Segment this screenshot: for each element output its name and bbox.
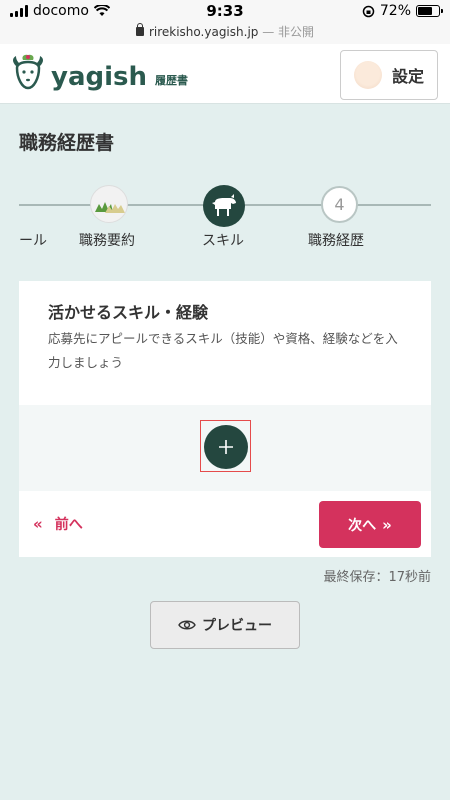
next-button[interactable]: 次へ » [319, 501, 421, 548]
rotation-lock-icon [362, 5, 375, 17]
double-chevron-right-icon: » [382, 515, 392, 534]
page-title: 職務経歴書 [19, 132, 115, 154]
site-header: yagish 履歴書 設定 [0, 44, 450, 104]
add-item-area [19, 405, 431, 491]
preview-button[interactable]: プレビュー [150, 601, 300, 649]
step-label-skill[interactable]: スキル [202, 230, 244, 250]
battery-percent: 72% [379, 3, 411, 19]
settings-label: 設定 [391, 67, 424, 86]
next-label: 次へ [348, 517, 377, 534]
battery-icon [416, 5, 443, 17]
grass-icon [95, 202, 125, 213]
goat-logo-icon [13, 54, 43, 90]
eye-icon [178, 620, 196, 630]
last-saved-status: 最終保存：17秒前 [323, 570, 431, 585]
avatar [353, 61, 382, 89]
url-text: rirekisho.yagish.jp [148, 25, 259, 39]
progress-stepper: ール 職務要約 スキル 4 職務経歴 [0, 180, 450, 260]
url-suffix: — 非公開 [262, 25, 315, 39]
settings-button[interactable]: 設定 [340, 50, 438, 100]
step-circle-skill[interactable] [203, 185, 245, 227]
card-footer: « 前へ 次へ » [19, 491, 431, 557]
skills-card: 活かせるスキル・経験 応募先にアピールできるスキル（技能）や資格、経験などを入力… [19, 281, 431, 557]
prev-label: 前へ [54, 517, 83, 533]
step-label-summary[interactable]: 職務要約 [79, 230, 135, 250]
step-circle-career[interactable]: 4 [321, 186, 358, 223]
step-circle-summary[interactable] [90, 185, 128, 223]
prev-button[interactable]: « 前へ [33, 514, 83, 534]
status-right: 72% [362, 3, 443, 19]
logo-subtitle: 履歴書 [155, 74, 189, 87]
card-title: 活かせるスキル・経験 [48, 303, 209, 322]
step-label-career[interactable]: 職務経歴 [308, 230, 364, 250]
step-number: 4 [334, 195, 345, 214]
logo-text: yagish [51, 62, 148, 92]
goat-icon [212, 194, 236, 216]
add-skill-button[interactable] [204, 425, 248, 469]
logo[interactable]: yagish 履歴書 [10, 54, 188, 92]
url-bar[interactable]: rirekisho.yagish.jp — 非公開 [0, 23, 450, 40]
step-label-previous[interactable]: ール [19, 230, 47, 250]
status-bar: docomo 9:33 72% rirekisho.yagish.jp — 非公… [0, 0, 450, 44]
preview-label: プレビュー [202, 618, 272, 634]
plus-icon [219, 440, 233, 454]
double-chevron-left-icon: « [33, 515, 43, 533]
lock-icon [135, 23, 144, 36]
card-description: 応募先にアピールできるスキル（技能）や資格、経験などを入力しましょう [48, 331, 398, 370]
